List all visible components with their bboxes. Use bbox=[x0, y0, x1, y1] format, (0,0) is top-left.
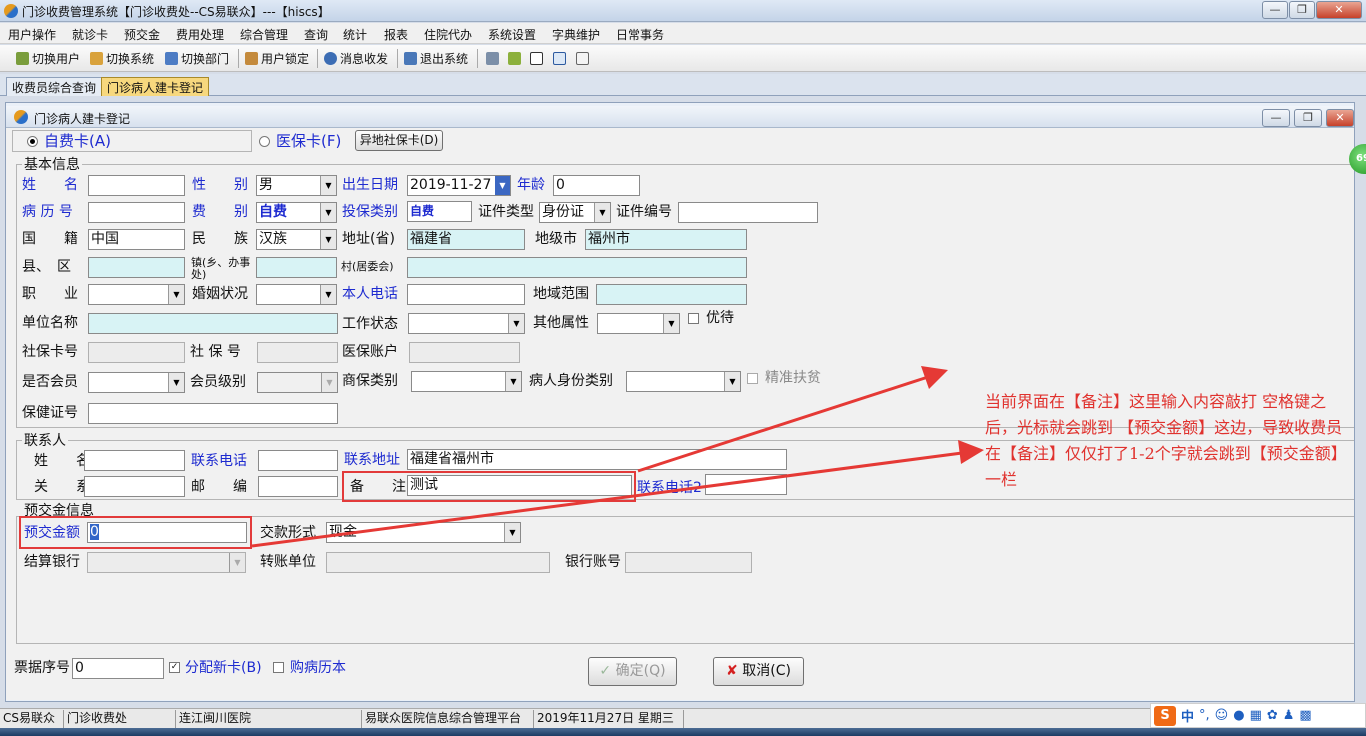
arrow-head-1 bbox=[921, 366, 948, 389]
ime-lang[interactable]: 中 bbox=[1181, 706, 1194, 725]
punctuation-icon[interactable]: °, bbox=[1199, 708, 1210, 723]
skin-icon[interactable]: ✿ bbox=[1267, 708, 1278, 723]
shirt-icon[interactable]: ♟ bbox=[1283, 708, 1295, 723]
status-date: 2019年11月27日 星期三 bbox=[534, 710, 684, 728]
ime-toolbar[interactable]: S 中 °, ☺ ● ▦ ✿ ♟ ▩ bbox=[1150, 703, 1366, 728]
status-department: 门诊收费处 bbox=[64, 710, 176, 728]
arrow-to-note bbox=[637, 375, 929, 473]
emoji-icon[interactable]: ☺ bbox=[1215, 708, 1229, 723]
grid-icon[interactable]: ▩ bbox=[1299, 708, 1311, 723]
arrow-head-2 bbox=[958, 440, 984, 464]
keyboard-icon[interactable]: ▦ bbox=[1250, 708, 1262, 723]
annotation-text: 当前界面在【备注】这里输入内容敲打 空格键之后，光标就会跳到 【预交金额】这边，… bbox=[985, 392, 1347, 489]
status-platform: 易联众医院信息综合管理平台 bbox=[362, 710, 534, 728]
taskbar bbox=[0, 728, 1366, 736]
annotation-arrows bbox=[251, 366, 984, 548]
mic-icon[interactable]: ● bbox=[1233, 708, 1244, 723]
status-company: CS易联众 bbox=[0, 710, 64, 728]
sogou-logo-icon: S bbox=[1154, 705, 1176, 726]
arrow-to-deposit bbox=[251, 451, 963, 548]
status-hospital: 连江闽川医院 bbox=[176, 710, 362, 728]
